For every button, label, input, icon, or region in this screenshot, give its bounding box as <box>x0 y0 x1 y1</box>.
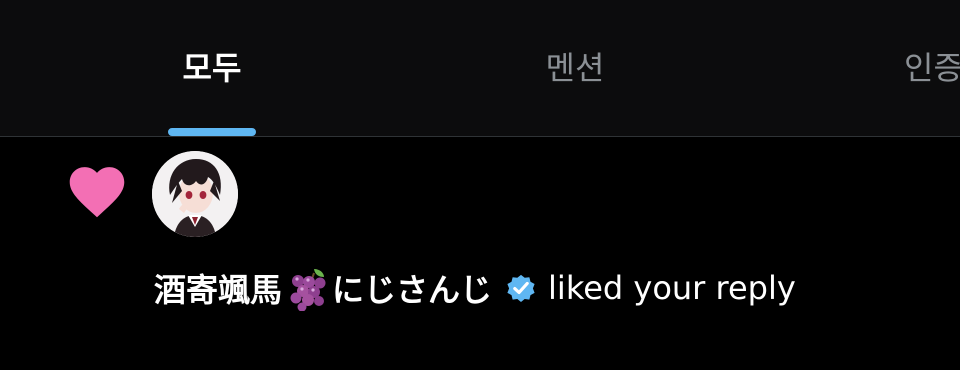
avatar[interactable] <box>152 151 238 237</box>
grapes-icon <box>290 269 326 311</box>
tab-verified[interactable]: 인증 <box>904 44 960 92</box>
tab-mentions[interactable]: 멘션 <box>540 44 610 92</box>
active-tab-indicator <box>168 128 256 136</box>
user-name[interactable]: 酒寄颯馬 <box>154 265 282 311</box>
notification-text: 酒寄颯馬 にじさんじ liked your reply <box>154 264 796 312</box>
notification-action-text: liked your reply <box>548 269 796 307</box>
notifications-page: 모두 멘션 인증 酒寄颯馬 にじさんじ liked your reply <box>0 0 960 370</box>
notifications-tab-bar: 모두 멘션 인증 <box>0 0 960 137</box>
user-name-suffix[interactable]: にじさんじ <box>332 265 492 311</box>
avatar-illustration <box>152 151 238 237</box>
verified-badge-icon <box>507 274 535 303</box>
like-notification[interactable]: 酒寄颯馬 にじさんじ liked your reply <box>0 137 960 370</box>
tab-all[interactable]: 모두 <box>160 44 264 92</box>
heart-icon <box>69 167 125 218</box>
